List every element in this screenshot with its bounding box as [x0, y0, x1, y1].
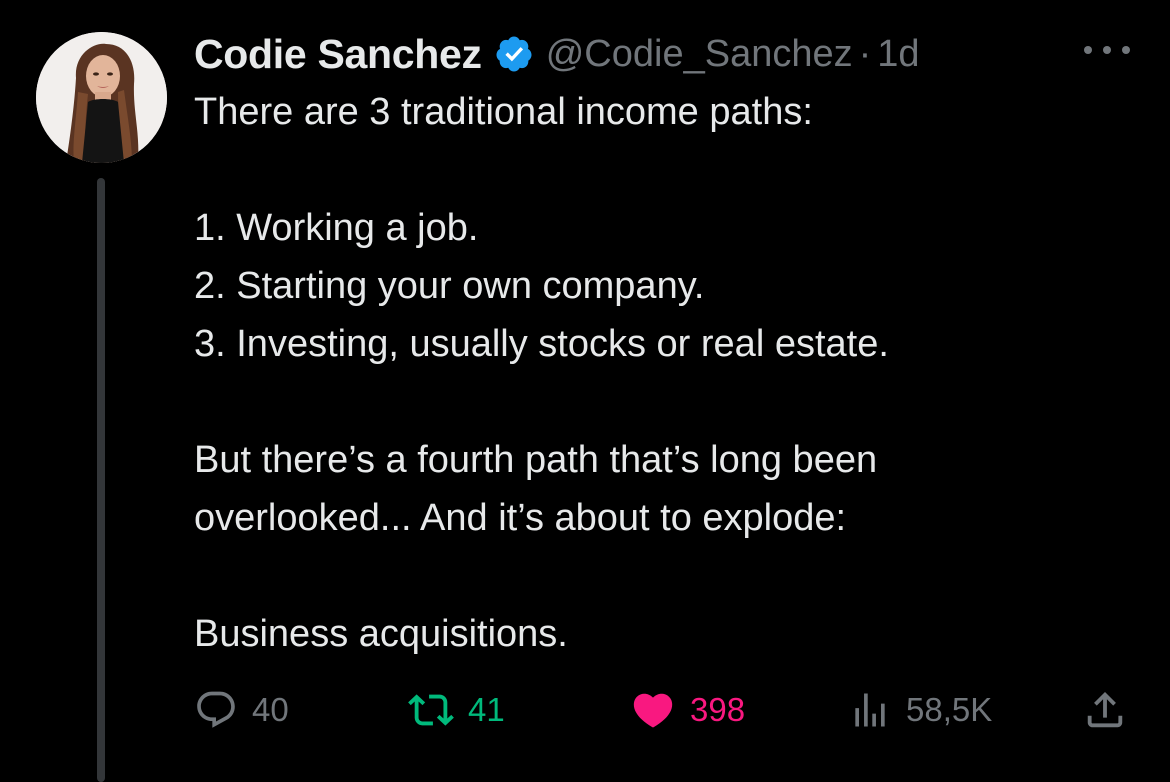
more-icon[interactable]	[1084, 40, 1130, 60]
share-icon	[1082, 687, 1128, 733]
tweet-actions: 40 41 398 58,5K	[0, 684, 1170, 736]
heart-icon	[630, 687, 676, 733]
tweet[interactable]: Codie Sanchez @Codie_Sanchez · 1d There …	[0, 0, 1170, 782]
views-icon	[848, 688, 892, 732]
reply-button[interactable]: 40	[194, 684, 289, 736]
profile-photo	[36, 32, 167, 163]
tweet-text-line: overlooked... And it’s about to explode:	[194, 497, 847, 539]
retweet-count: 41	[468, 691, 505, 728]
tweet-text-line: But there’s a fourth path that’s long be…	[194, 439, 878, 481]
author-name[interactable]: Codie Sanchez	[194, 31, 482, 78]
tweet-text-line: 1. Working a job.	[194, 207, 479, 249]
retweet-icon	[408, 687, 454, 733]
views-count: 58,5K	[906, 691, 993, 728]
share-button[interactable]	[1082, 684, 1128, 736]
like-count: 398	[690, 691, 746, 728]
tweet-text-line: There are 3 traditional income paths:	[194, 91, 813, 133]
more-dot	[1103, 46, 1111, 54]
reply-icon	[194, 688, 238, 732]
more-dot	[1084, 46, 1092, 54]
tweet-timestamp[interactable]: 1d	[877, 33, 919, 76]
author-handle[interactable]: @Codie_Sanchez	[546, 33, 853, 76]
tweet-text-line: 3. Investing, usually stocks or real est…	[194, 323, 889, 365]
reply-count: 40	[252, 691, 289, 728]
tweet-text-line: Business acquisitions.	[194, 613, 568, 655]
verified-badge-icon	[494, 34, 534, 74]
tweet-header: Codie Sanchez @Codie_Sanchez · 1d	[194, 24, 920, 84]
separator-dot: ·	[858, 32, 872, 75]
like-button[interactable]: 398	[630, 684, 745, 736]
views-button[interactable]: 58,5K	[848, 684, 992, 736]
avatar[interactable]	[36, 32, 167, 163]
tweet-text: There are 3 traditional income paths: 1.…	[194, 83, 1144, 663]
more-dot	[1122, 46, 1130, 54]
tweet-text-line: 2. Starting your own company.	[194, 265, 705, 307]
retweet-button[interactable]: 41	[408, 684, 505, 736]
